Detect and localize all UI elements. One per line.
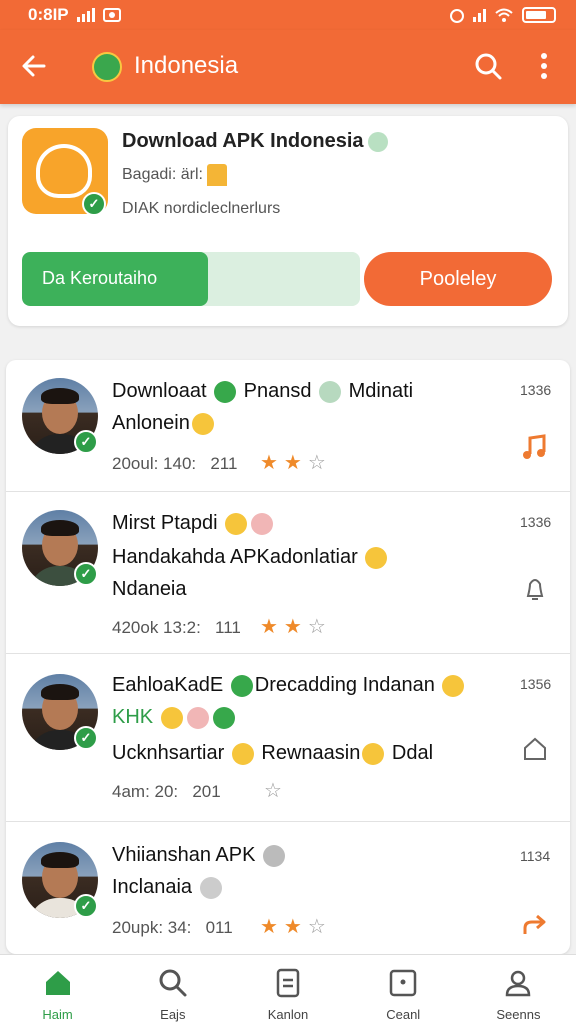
verified-check-icon: ✓ (74, 726, 98, 750)
post-title: Downloaat Pnansd Mdinati (112, 380, 414, 403)
search-icon (159, 969, 187, 997)
list-item[interactable]: ✓ EahloaKadE Drecadding Indanan KHK Uckn… (6, 654, 570, 822)
post-meta: 20upk: 34: 011 (112, 918, 233, 937)
search-icon[interactable] (472, 50, 504, 82)
post-meta: 20oul: 140: 211 (112, 454, 238, 473)
signal-icon (473, 8, 486, 22)
post-subtitle: Anlonein (112, 412, 216, 435)
action-button[interactable]: Pooleley (364, 252, 552, 306)
indonesia-flag-icon (92, 52, 122, 82)
tree-emoji-icon (362, 742, 385, 765)
smile-emoji-icon (442, 674, 465, 697)
wifi-icon (495, 8, 513, 22)
progress-label: Da Keroutaiho (42, 268, 158, 288)
nav-label: Eajs (160, 1007, 186, 1022)
fire-emoji-icon (191, 412, 214, 435)
nav-label: Haim (42, 1007, 73, 1022)
post-title: Vhiianshan APK (112, 844, 287, 867)
list-item[interactable]: ✓ Vhiianshan APK Inclanaia 20upk: 34: 01… (6, 822, 570, 954)
app-bar: Indonesia (0, 30, 576, 104)
post-meta: 420ok 13:2: 111 (112, 618, 241, 637)
status-bar: 0:8IP (0, 0, 576, 30)
post-time: 1336 (520, 514, 552, 530)
post-title: EahloaKadE Drecadding Indanan (112, 674, 466, 697)
inbox-icon (389, 969, 417, 997)
post-subtitle-2: Ucknhsartiar Rewnaasin Ddal (112, 742, 434, 765)
nav-inbox[interactable]: Ceanl (346, 955, 461, 1024)
verified-check-icon: ✓ (74, 894, 98, 918)
star-rating: ★★☆ (260, 616, 332, 638)
post-subtitle: Inclanaia (112, 876, 224, 899)
page-title: Indonesia (134, 52, 239, 79)
app-description: DIAK nordicleclnerlurs (122, 200, 281, 217)
post-subtitle-2: Ndaneia (112, 578, 187, 600)
signal-icon (76, 8, 95, 22)
battery-icon (522, 7, 556, 23)
star-rating: ★★☆ (260, 452, 332, 474)
badge-icon (319, 380, 342, 403)
photo-icon (102, 8, 121, 22)
profile-icon (506, 970, 531, 997)
post-time: 1336 (520, 382, 552, 398)
chat-icon (230, 674, 253, 697)
nav-label: Ceanl (386, 1007, 421, 1022)
app-card: ✓ Download APK Indonesia Bagadi: ärl: DI… (8, 116, 568, 326)
emoji-icon (212, 706, 235, 729)
more-vert-icon[interactable] (530, 50, 558, 82)
list-item[interactable]: ✓ Downloaat Pnansd Mdinati Anlonein 20ou… (6, 360, 570, 492)
emoji-icon (186, 706, 209, 729)
share-icon[interactable] (520, 910, 550, 940)
nav-label: Kanlon (267, 1007, 309, 1022)
star-rating: ★★☆ (260, 916, 332, 938)
home-icon[interactable] (520, 734, 550, 764)
nav-documents[interactable]: Kanlon (230, 955, 345, 1024)
emoji-icon (160, 706, 183, 729)
verified-check-icon: ✓ (74, 430, 98, 454)
alarm-icon (450, 9, 464, 23)
verified-check-icon: ✓ (74, 562, 98, 586)
status-time: 0:8IP (28, 5, 69, 24)
gate-icon (206, 164, 227, 186)
verified-check-icon: ✓ (82, 192, 106, 216)
post-subtitle: Handakahda APKadonlatiar (112, 546, 389, 569)
bell-icon[interactable] (520, 574, 550, 604)
post-time: 1356 (520, 676, 552, 692)
document-icon (276, 968, 300, 998)
smile-emoji-icon (231, 742, 254, 765)
post-meta: 4am: 20: 201 (112, 782, 221, 801)
download-progress-bar[interactable]: Da Keroutaiho (22, 252, 360, 306)
smile-emoji-icon (225, 512, 248, 535)
nav-search[interactable]: Eajs (115, 955, 230, 1024)
list-item[interactable]: ✓ Mirst Ptapdi Handakahda APKadonlatiar … (6, 492, 570, 654)
chat-icon (214, 380, 237, 403)
verified-badge-icon (367, 131, 388, 152)
nav-label: Seenns (496, 1007, 541, 1022)
post-time: 1134 (520, 848, 551, 864)
app-name: Download APK Indonesia (122, 130, 388, 153)
back-arrow-icon[interactable] (18, 50, 50, 82)
laugh-emoji-icon (365, 546, 388, 569)
bottom-nav: Haim Eajs Kanlon Ceanl Seenns (0, 954, 576, 1024)
face-emoji-icon (251, 512, 274, 535)
emoji-icon (199, 876, 222, 899)
home-icon (45, 971, 70, 995)
post-subtitle: KHK (112, 706, 237, 729)
nav-profile[interactable]: Seenns (461, 955, 576, 1024)
emoji-icon (263, 844, 285, 867)
post-list: ✓ Downloaat Pnansd Mdinati Anlonein 20ou… (6, 360, 570, 954)
star-rating: ☆ (264, 780, 288, 802)
music-note-icon[interactable] (520, 432, 550, 462)
nav-home[interactable]: Haim (0, 955, 115, 1024)
app-subtitle: Bagadi: ärl: (122, 164, 227, 186)
post-title: Mirst Ptapdi (112, 512, 275, 535)
